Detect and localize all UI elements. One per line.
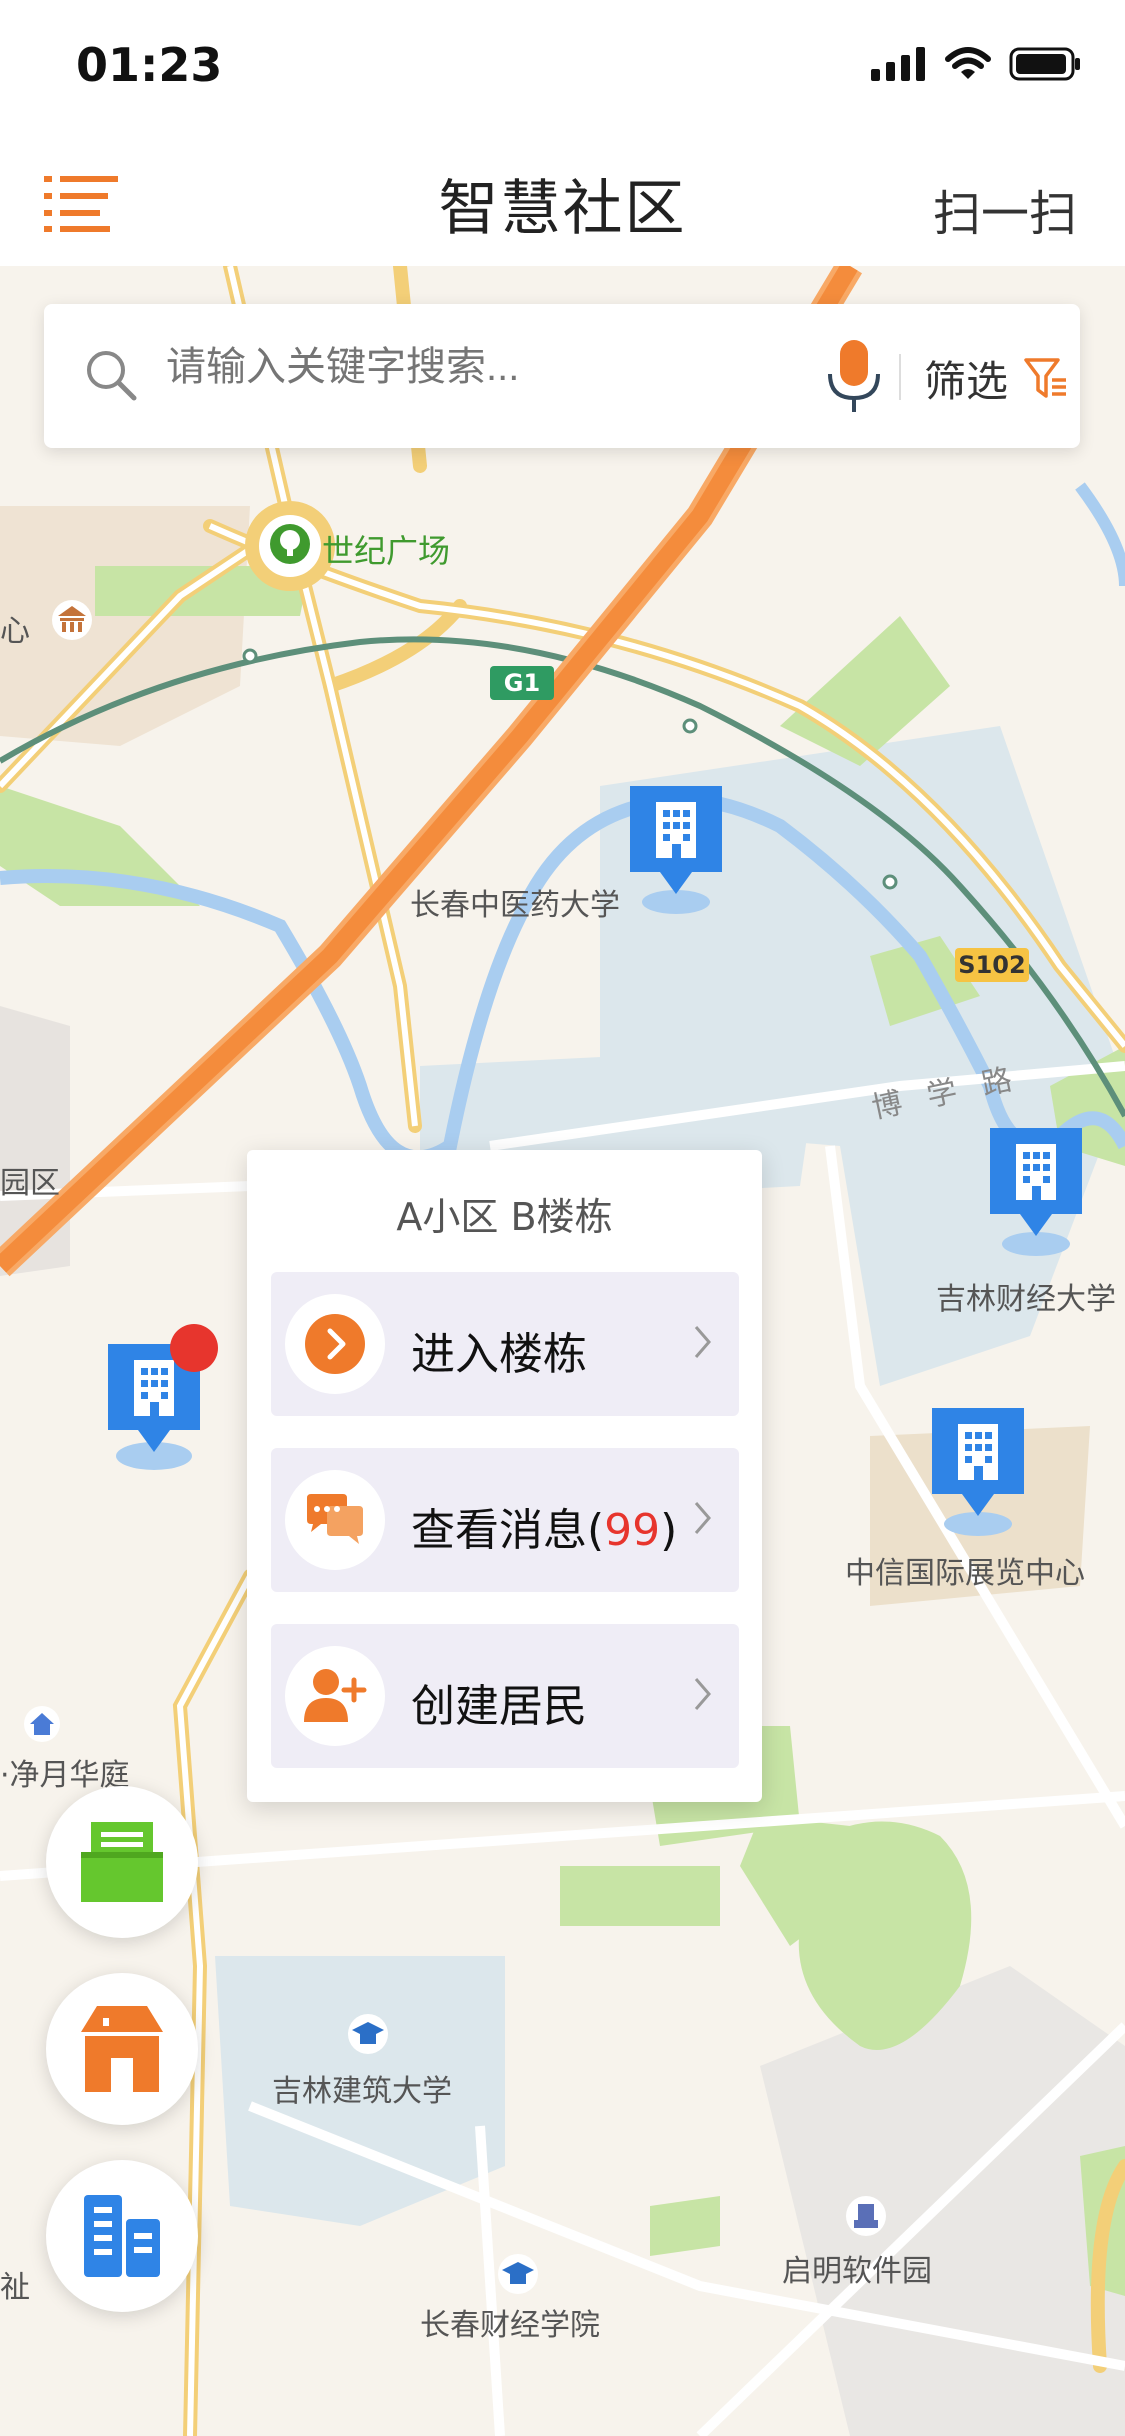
map-label-qiming: 启明软件园	[782, 2254, 932, 2289]
notification-badge	[170, 1324, 218, 1372]
enter-building-button[interactable]: 进入楼栋	[271, 1272, 739, 1416]
item-icon-wrapper	[285, 1294, 385, 1394]
map-label-s102: S102	[955, 948, 1029, 982]
home-poi-icon	[24, 1706, 60, 1742]
notice-board-fab[interactable]	[46, 1786, 198, 1938]
filter-icon[interactable]	[1024, 356, 1068, 400]
popup-title: A小区 B楼栋	[396, 1195, 613, 1239]
house-icon	[81, 2006, 163, 2092]
search-icon	[87, 351, 137, 401]
view-messages-suffix: )	[660, 1505, 678, 1556]
map-label-jianzhu: 吉林建筑大学	[272, 2074, 452, 2109]
search-divider	[899, 354, 901, 400]
signal-icon	[871, 47, 925, 81]
chevron-right-circle-icon	[305, 1314, 365, 1374]
school-icon-2	[498, 2254, 538, 2294]
add-user-icon	[304, 1669, 367, 1722]
battery-icon	[1009, 47, 1080, 81]
office-poi-icon	[846, 2196, 886, 2236]
scan-button[interactable]: 扫一扫	[933, 174, 1077, 244]
building-pin-selected[interactable]	[98, 1320, 228, 1480]
house-fab[interactable]	[46, 1973, 198, 2125]
view-messages-text: 查看消息(	[411, 1505, 605, 1556]
status-bar: 01:23	[0, 0, 1125, 140]
item-icon-wrapper	[285, 1470, 385, 1570]
park-icon	[270, 524, 310, 564]
building-pin-jufe[interactable]	[980, 1124, 1100, 1264]
chevron-right-icon	[694, 1678, 711, 1710]
status-time: 01:23	[76, 38, 223, 92]
view-messages-label: 查看消息(99)	[411, 1494, 677, 1558]
microphone-icon[interactable]	[824, 340, 884, 416]
create-resident-label: 创建居民	[411, 1681, 587, 1732]
map-label-g1: G1	[490, 666, 554, 700]
building-pin-tcm[interactable]	[620, 782, 740, 922]
view-messages-button[interactable]: 查看消息(99)	[271, 1448, 739, 1592]
create-resident-button[interactable]: 创建居民	[271, 1624, 739, 1768]
building-popup: A小区 B楼栋 进入楼栋 查看消息(99) 创建居民	[247, 1150, 762, 1802]
map-label-left-yuanqu: 园区	[0, 1166, 60, 1201]
chat-icon	[307, 1494, 363, 1544]
search-input[interactable]	[164, 344, 848, 391]
school-icon	[348, 2014, 388, 2054]
wifi-icon	[945, 47, 991, 79]
map-label-caijing: 长春财经学院	[420, 2308, 600, 2343]
map-label-left-xin: 心	[0, 614, 30, 649]
map-label-left-zhi: 祉	[0, 2270, 30, 2305]
map-label-century-square: 世纪广场	[322, 532, 451, 570]
buildings-fab[interactable]	[46, 2160, 198, 2312]
enter-building-label: 进入楼栋	[411, 1329, 587, 1380]
search-bar: 筛选	[44, 304, 1080, 448]
buildings-icon	[84, 2195, 160, 2277]
museum-icon	[52, 600, 92, 640]
map-label-jufe: 吉林财经大学	[936, 1282, 1116, 1317]
status-icons	[871, 46, 1081, 82]
chevron-right-icon	[694, 1326, 711, 1358]
filter-button[interactable]: 筛选	[924, 348, 1008, 409]
item-icon-wrapper	[285, 1646, 385, 1746]
building-pin-citic[interactable]	[922, 1404, 1042, 1544]
message-count: 99	[604, 1505, 661, 1556]
notice-board-icon	[81, 1822, 163, 1902]
map-label-tcm-university: 长春中医药大学	[410, 888, 620, 923]
nav-bar: 智慧社区 扫一扫	[0, 140, 1125, 268]
map-label-citic: 中信国际展览中心	[845, 1556, 1085, 1591]
chevron-right-icon	[694, 1502, 711, 1534]
